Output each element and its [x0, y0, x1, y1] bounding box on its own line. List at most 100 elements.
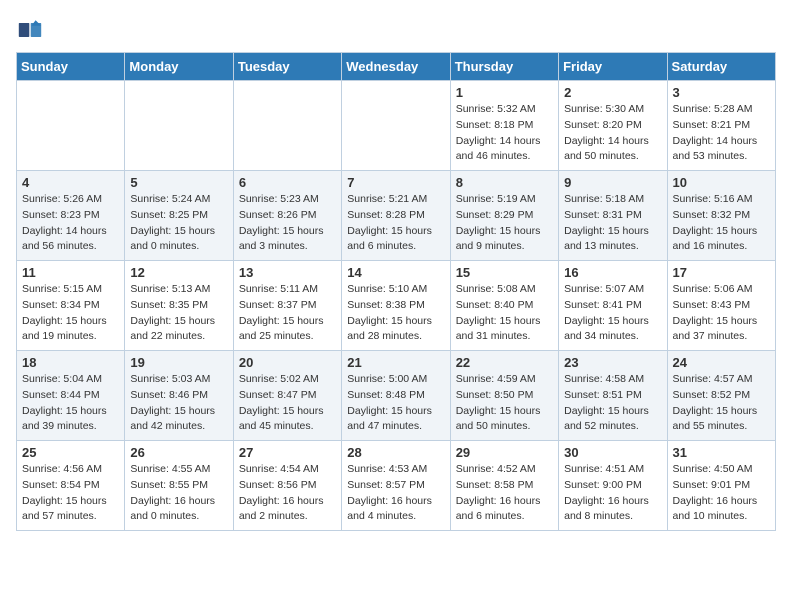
day-info: Sunrise: 5:07 AM Sunset: 8:41 PM Dayligh…: [564, 282, 661, 345]
day-info: Sunrise: 4:51 AM Sunset: 9:00 PM Dayligh…: [564, 462, 661, 525]
day-info: Sunrise: 5:06 AM Sunset: 8:43 PM Dayligh…: [673, 282, 770, 345]
day-info: Sunrise: 4:50 AM Sunset: 9:01 PM Dayligh…: [673, 462, 770, 525]
calendar-cell: 3 Sunrise: 5:28 AM Sunset: 8:21 PM Daylig…: [667, 81, 775, 171]
day-info: Sunrise: 5:11 AM Sunset: 8:37 PM Dayligh…: [239, 282, 336, 345]
day-number: 11: [22, 265, 119, 280]
day-info: Sunrise: 5:10 AM Sunset: 8:38 PM Dayligh…: [347, 282, 444, 345]
day-info: Sunrise: 5:18 AM Sunset: 8:31 PM Dayligh…: [564, 192, 661, 255]
day-info: Sunrise: 5:04 AM Sunset: 8:44 PM Dayligh…: [22, 372, 119, 435]
day-number: 2: [564, 85, 661, 100]
calendar-cell: [342, 81, 450, 171]
day-number: 16: [564, 265, 661, 280]
logo-icon: [16, 16, 44, 44]
logo: [16, 16, 48, 44]
calendar-cell: [17, 81, 125, 171]
day-info: Sunrise: 4:52 AM Sunset: 8:58 PM Dayligh…: [456, 462, 553, 525]
day-info: Sunrise: 5:26 AM Sunset: 8:23 PM Dayligh…: [22, 192, 119, 255]
day-number: 26: [130, 445, 227, 460]
day-number: 18: [22, 355, 119, 370]
day-info: Sunrise: 5:21 AM Sunset: 8:28 PM Dayligh…: [347, 192, 444, 255]
calendar-cell: 31 Sunrise: 4:50 AM Sunset: 9:01 PM Dayli…: [667, 441, 775, 531]
calendar-cell: 29 Sunrise: 4:52 AM Sunset: 8:58 PM Dayli…: [450, 441, 558, 531]
day-number: 1: [456, 85, 553, 100]
day-info: Sunrise: 5:16 AM Sunset: 8:32 PM Dayligh…: [673, 192, 770, 255]
day-info: Sunrise: 5:02 AM Sunset: 8:47 PM Dayligh…: [239, 372, 336, 435]
calendar-table: SundayMondayTuesdayWednesdayThursdayFrid…: [16, 52, 776, 531]
day-number: 5: [130, 175, 227, 190]
weekday-header: Thursday: [450, 53, 558, 81]
weekday-header: Friday: [559, 53, 667, 81]
calendar-cell: 4 Sunrise: 5:26 AM Sunset: 8:23 PM Daylig…: [17, 171, 125, 261]
day-number: 3: [673, 85, 770, 100]
day-info: Sunrise: 5:30 AM Sunset: 8:20 PM Dayligh…: [564, 102, 661, 165]
calendar-cell: 8 Sunrise: 5:19 AM Sunset: 8:29 PM Daylig…: [450, 171, 558, 261]
day-info: Sunrise: 5:19 AM Sunset: 8:29 PM Dayligh…: [456, 192, 553, 255]
day-info: Sunrise: 4:59 AM Sunset: 8:50 PM Dayligh…: [456, 372, 553, 435]
calendar-cell: 9Sunrise: 5:18 AM Sunset: 8:31 PM Daylig…: [559, 171, 667, 261]
weekday-header: Sunday: [17, 53, 125, 81]
day-number: 24: [673, 355, 770, 370]
calendar-cell: 2 Sunrise: 5:30 AM Sunset: 8:20 PM Daylig…: [559, 81, 667, 171]
calendar-cell: 15 Sunrise: 5:08 AM Sunset: 8:40 PM Dayli…: [450, 261, 558, 351]
day-number: 20: [239, 355, 336, 370]
calendar-cell: 28 Sunrise: 4:53 AM Sunset: 8:57 PM Dayli…: [342, 441, 450, 531]
day-number: 31: [673, 445, 770, 460]
calendar-cell: 27 Sunrise: 4:54 AM Sunset: 8:56 PM Dayli…: [233, 441, 341, 531]
calendar-cell: 20 Sunrise: 5:02 AM Sunset: 8:47 PM Dayli…: [233, 351, 341, 441]
calendar-cell: 10 Sunrise: 5:16 AM Sunset: 8:32 PM Dayli…: [667, 171, 775, 261]
calendar-cell: 21 Sunrise: 5:00 AM Sunset: 8:48 PM Dayli…: [342, 351, 450, 441]
calendar-week-row: 1Sunrise: 5:32 AM Sunset: 8:18 PM Daylig…: [17, 81, 776, 171]
day-info: Sunrise: 4:58 AM Sunset: 8:51 PM Dayligh…: [564, 372, 661, 435]
header-row: SundayMondayTuesdayWednesdayThursdayFrid…: [17, 53, 776, 81]
day-number: 13: [239, 265, 336, 280]
calendar-cell: 25Sunrise: 4:56 AM Sunset: 8:54 PM Dayli…: [17, 441, 125, 531]
calendar-week-row: 18 Sunrise: 5:04 AM Sunset: 8:44 PM Dayli…: [17, 351, 776, 441]
calendar-cell: [125, 81, 233, 171]
calendar-cell: 6Sunrise: 5:23 AM Sunset: 8:26 PM Daylig…: [233, 171, 341, 261]
day-number: 10: [673, 175, 770, 190]
day-number: 21: [347, 355, 444, 370]
day-number: 23: [564, 355, 661, 370]
day-info: Sunrise: 4:55 AM Sunset: 8:55 PM Dayligh…: [130, 462, 227, 525]
day-number: 7: [347, 175, 444, 190]
day-number: 15: [456, 265, 553, 280]
calendar-cell: 1Sunrise: 5:32 AM Sunset: 8:18 PM Daylig…: [450, 81, 558, 171]
day-info: Sunrise: 5:24 AM Sunset: 8:25 PM Dayligh…: [130, 192, 227, 255]
calendar-cell: 7 Sunrise: 5:21 AM Sunset: 8:28 PM Daylig…: [342, 171, 450, 261]
page-header: [16, 16, 776, 44]
day-info: Sunrise: 5:13 AM Sunset: 8:35 PM Dayligh…: [130, 282, 227, 345]
day-info: Sunrise: 5:00 AM Sunset: 8:48 PM Dayligh…: [347, 372, 444, 435]
weekday-header: Wednesday: [342, 53, 450, 81]
day-number: 27: [239, 445, 336, 460]
weekday-header: Tuesday: [233, 53, 341, 81]
weekday-header: Saturday: [667, 53, 775, 81]
day-info: Sunrise: 4:53 AM Sunset: 8:57 PM Dayligh…: [347, 462, 444, 525]
calendar-cell: 16 Sunrise: 5:07 AM Sunset: 8:41 PM Dayli…: [559, 261, 667, 351]
calendar-cell: 12Sunrise: 5:13 AM Sunset: 8:35 PM Dayli…: [125, 261, 233, 351]
day-info: Sunrise: 5:08 AM Sunset: 8:40 PM Dayligh…: [456, 282, 553, 345]
calendar-cell: 14 Sunrise: 5:10 AM Sunset: 8:38 PM Dayli…: [342, 261, 450, 351]
calendar-week-row: 4 Sunrise: 5:26 AM Sunset: 8:23 PM Daylig…: [17, 171, 776, 261]
calendar-cell: [233, 81, 341, 171]
day-number: 28: [347, 445, 444, 460]
calendar-cell: 19Sunrise: 5:03 AM Sunset: 8:46 PM Dayli…: [125, 351, 233, 441]
calendar-cell: 30 Sunrise: 4:51 AM Sunset: 9:00 PM Dayli…: [559, 441, 667, 531]
calendar-cell: 13 Sunrise: 5:11 AM Sunset: 8:37 PM Dayli…: [233, 261, 341, 351]
day-number: 25: [22, 445, 119, 460]
day-info: Sunrise: 5:28 AM Sunset: 8:21 PM Dayligh…: [673, 102, 770, 165]
calendar-cell: 23 Sunrise: 4:58 AM Sunset: 8:51 PM Dayli…: [559, 351, 667, 441]
day-number: 30: [564, 445, 661, 460]
day-info: Sunrise: 4:54 AM Sunset: 8:56 PM Dayligh…: [239, 462, 336, 525]
calendar-week-row: 25Sunrise: 4:56 AM Sunset: 8:54 PM Dayli…: [17, 441, 776, 531]
day-number: 14: [347, 265, 444, 280]
calendar-cell: 22Sunrise: 4:59 AM Sunset: 8:50 PM Dayli…: [450, 351, 558, 441]
day-info: Sunrise: 5:23 AM Sunset: 8:26 PM Dayligh…: [239, 192, 336, 255]
calendar-cell: 17Sunrise: 5:06 AM Sunset: 8:43 PM Dayli…: [667, 261, 775, 351]
day-number: 8: [456, 175, 553, 190]
calendar-cell: 26 Sunrise: 4:55 AM Sunset: 8:55 PM Dayli…: [125, 441, 233, 531]
day-info: Sunrise: 4:57 AM Sunset: 8:52 PM Dayligh…: [673, 372, 770, 435]
calendar-cell: 24 Sunrise: 4:57 AM Sunset: 8:52 PM Dayli…: [667, 351, 775, 441]
day-info: Sunrise: 5:03 AM Sunset: 8:46 PM Dayligh…: [130, 372, 227, 435]
day-number: 29: [456, 445, 553, 460]
day-number: 4: [22, 175, 119, 190]
